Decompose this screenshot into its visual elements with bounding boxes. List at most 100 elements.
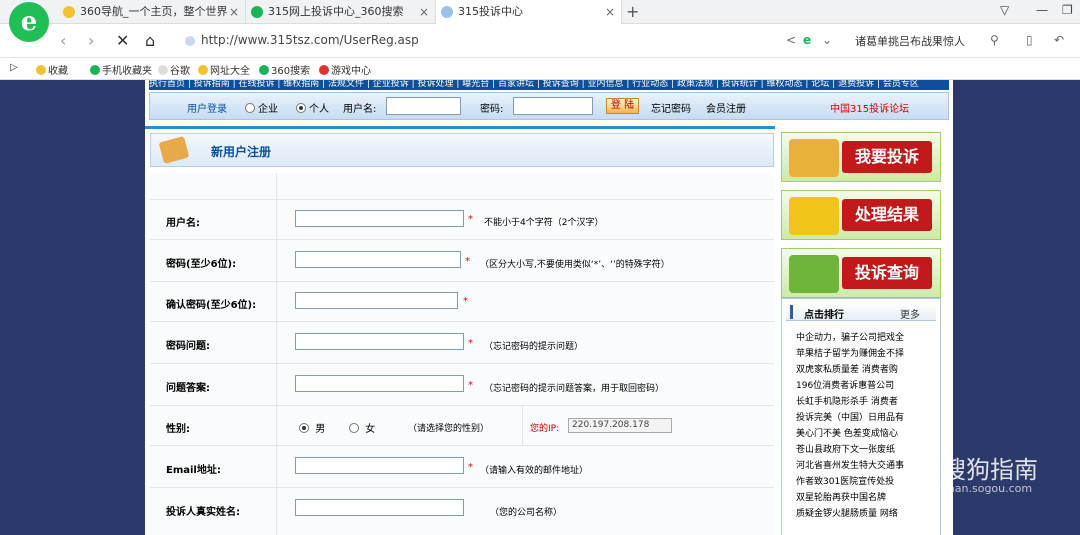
ranking-item[interactable]: 美心门不美 色差变成恼心	[796, 426, 898, 439]
login-username-input[interactable]	[386, 97, 461, 115]
tab-360-search[interactable]: 315网上投诉中心_360搜索 ×	[246, 0, 436, 24]
bookmark-item[interactable]: 谷歌	[158, 62, 190, 77]
radio-label: 男	[315, 424, 326, 435]
forward-icon[interactable]: ›	[88, 31, 94, 50]
tab-close-icon[interactable]: ×	[419, 0, 429, 24]
required-mark: *	[468, 214, 473, 225]
answer-input[interactable]	[295, 375, 464, 392]
realname-input[interactable]	[295, 499, 464, 516]
tab-close-icon[interactable]: ×	[605, 0, 615, 24]
game-icon	[319, 65, 329, 75]
more-link[interactable]: 更多	[900, 306, 920, 321]
minimize-icon[interactable]: —	[1036, 3, 1048, 17]
forgot-password-link[interactable]: 忘记密码	[651, 100, 691, 115]
radio-icon[interactable]	[349, 423, 359, 433]
ranking-item[interactable]: 双虎家私质量差 消费者购	[796, 362, 898, 375]
undo-icon[interactable]: ↶	[1054, 33, 1064, 47]
url-field[interactable]: http://www.315tsz.com/UserReg.asp	[201, 33, 419, 47]
bookmark-bar: ▷ 收藏 手机收藏夹 谷歌 网址大全 360搜索 游戏中心	[0, 58, 1080, 80]
confirm-password-input[interactable]	[295, 292, 458, 309]
tab-bar: 360导航_一个主页，整个世界 × 315网上投诉中心_360搜索 × 315投诉中…	[0, 0, 1080, 25]
new-tab-button[interactable]: +	[626, 2, 639, 21]
search-icon[interactable]: ⚲	[990, 33, 999, 47]
gender-male[interactable]: 男	[299, 420, 325, 435]
bookmark-item[interactable]: 游戏中心	[319, 62, 371, 77]
ranking-item[interactable]: 苍山县政府下文一张废纸	[796, 442, 895, 455]
stop-icon[interactable]: ✕	[116, 31, 129, 50]
ranking-item[interactable]: 中企动力，骗子公司把戏全	[796, 330, 904, 343]
home-icon[interactable]: ⌂	[145, 31, 155, 50]
bookmark-label: 游戏中心	[331, 66, 371, 77]
dropdown-icon[interactable]: ⌄	[822, 33, 832, 47]
phone-icon[interactable]: ▯	[1026, 33, 1033, 47]
bookmark-item[interactable]: 360搜索	[259, 62, 310, 77]
tab-360-nav[interactable]: 360导航_一个主页，整个世界 ×	[58, 0, 246, 24]
share-icon[interactable]: <	[786, 33, 796, 47]
email-input[interactable]	[295, 457, 464, 474]
required-mark: *	[468, 338, 473, 349]
register-icon	[158, 136, 190, 164]
tab-315[interactable]: 315投诉中心 ×	[436, 0, 622, 25]
360-search-icon	[259, 65, 269, 75]
field-hint: （请输入有效的邮件地址）	[480, 466, 589, 476]
page-title: 新用户注册	[211, 145, 272, 159]
bookmark-item[interactable]: 收藏	[36, 62, 68, 77]
bookmark-item[interactable]: 网址大全	[198, 62, 250, 77]
form-row-email: Email地址: * （请输入有效的邮件地址）	[150, 445, 774, 487]
ranking-item[interactable]: 投诉完美（中国）日用品有	[796, 410, 904, 423]
back-icon[interactable]: ‹	[60, 31, 66, 50]
ranking-item[interactable]: 双星轮胎再获中国名牌	[796, 490, 886, 503]
query-button[interactable]: 投诉查询	[781, 248, 941, 298]
skin-icon[interactable]: ▽	[1000, 3, 1009, 17]
search-input[interactable]: 诸葛单挑吕布战果惊人	[855, 33, 965, 49]
radio-icon[interactable]	[245, 103, 255, 113]
radio-company[interactable]: 企业	[245, 100, 278, 115]
register-form: 用户名: * 不能小于4个字符（2个汉字） 密码(至少6位): * （区分大小写…	[150, 173, 774, 535]
field-hint: （您的公司名称）	[490, 508, 563, 518]
radio-icon[interactable]	[299, 423, 309, 433]
sidebar-toggle-icon[interactable]: ▷	[10, 62, 18, 73]
forum-link[interactable]: 中国315投诉论坛	[830, 100, 909, 115]
engine-icon[interactable]: e	[803, 33, 811, 47]
title-divider	[145, 126, 775, 129]
web-page: 执行首页 | 投诉指南 | 在线投诉 | 维权指南 | 法规文件 | 企业投诉 …	[145, 80, 953, 535]
field-hint: （忘记密码的提示问题答案，用于取回密码）	[484, 384, 665, 394]
header-marker	[790, 305, 793, 319]
results-button[interactable]: 处理结果	[781, 190, 941, 240]
password-input[interactable]	[295, 251, 461, 268]
field-label: Email地址:	[166, 465, 221, 476]
restore-icon[interactable]: ❐	[1062, 3, 1073, 17]
complain-button[interactable]: 我要投诉	[781, 132, 941, 182]
required-mark: *	[468, 462, 473, 473]
site-nav-strip[interactable]: 执行首页 | 投诉指南 | 在线投诉 | 维权指南 | 法规文件 | 企业投诉 …	[149, 80, 949, 90]
tab-favicon-icon	[441, 6, 453, 18]
bookmark-label: 手机收藏夹	[102, 66, 152, 77]
browser-logo-icon[interactable]: e	[9, 2, 49, 42]
ranking-item[interactable]: 作者致301医院宣传处投	[796, 474, 894, 487]
results-label: 处理结果	[842, 199, 932, 231]
form-row-gender: 性别: 男 女 （请选择您的性别） 您的IP: 220.197.208.178	[150, 405, 774, 446]
login-bar: 用户登录 企业 个人 用户名: 密码: 登 陆 忘记密码 会员注册 中国315投…	[149, 92, 949, 120]
login-button[interactable]: 登 陆	[606, 98, 639, 114]
radio-personal[interactable]: 个人	[296, 100, 329, 115]
field-label: 性别:	[166, 424, 190, 435]
gender-female[interactable]: 女	[349, 420, 375, 435]
ranking-item[interactable]: 河北省喜州发生特大交通事	[796, 458, 904, 471]
register-link[interactable]: 会员注册	[706, 100, 746, 115]
radio-icon[interactable]	[296, 103, 306, 113]
field-label: 确认密码(至少6位):	[166, 300, 257, 311]
form-row-realname: 投诉人真实姓名: （您的公司名称）	[150, 487, 774, 535]
ranking-item[interactable]: 长虹手机隐形杀手 消费者	[796, 394, 898, 407]
question-input[interactable]	[295, 333, 464, 350]
username-input[interactable]	[295, 210, 464, 227]
field-hint: （忘记密码的提示问题）	[484, 342, 584, 352]
login-password-input[interactable]	[513, 97, 593, 115]
tab-label: 315投诉中心	[458, 5, 523, 18]
ranking-item[interactable]: 196位消费者诉惠普公司	[796, 378, 894, 391]
bookmark-item[interactable]: 手机收藏夹	[90, 62, 152, 77]
form-row-password: 密码(至少6位): * （区分大小写,不要使用类似‘*’、‘’的特殊字符）	[150, 239, 774, 281]
ranking-item[interactable]: 质疑金锣火腿肠质量 网络	[796, 506, 898, 519]
watermark: 搜狗指南	[910, 450, 1038, 485]
ranking-item[interactable]: 苹果桔子留学为赚佣金不择	[796, 346, 904, 359]
tab-close-icon[interactable]: ×	[229, 0, 239, 24]
